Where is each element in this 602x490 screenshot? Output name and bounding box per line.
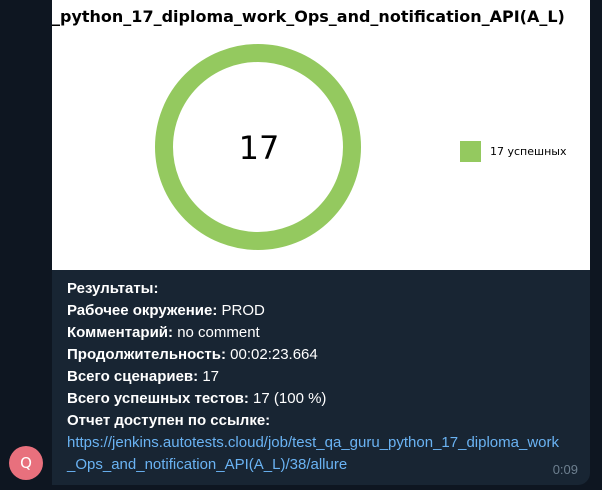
scenarios-label: Всего сценариев: [67,368,199,385]
passed-label: Всего успешных тестов: [67,390,249,407]
report-chart-image[interactable]: _python_17_diploma_work_Ops_and_notifica… [52,0,590,270]
comment-label: Комментарий: [67,324,174,341]
comment-line: Комментарий: no comment [67,322,582,344]
duration-line: Продолжительность: 00:02:23.664 [67,344,582,366]
passed-value: 17 (100 %) [253,390,327,407]
report-link[interactable]: https://jenkins.autotests.cloud/job/test… [67,432,567,476]
results-heading: Результаты: [67,280,159,297]
message-time: 0:09 [552,462,578,477]
comment-value: no comment [177,324,260,341]
scenarios-line: Всего сценариев: 17 [67,366,582,388]
legend-label: 17 успешных [490,145,567,158]
environment-line: Рабочее окружение: PROD [67,300,582,322]
scenarios-value: 17 [202,368,220,385]
environment-value: PROD [221,302,265,319]
chart-legend: 17 успешных [460,141,566,162]
report-label: Отчет доступен по ссылке: [67,412,271,429]
duration-label: Продолжительность: [67,346,226,363]
message-bubble: _python_17_diploma_work_Ops_and_notifica… [52,0,590,485]
duration-value: 00:02:23.664 [230,346,318,363]
sender-avatar[interactable]: Q [9,446,43,480]
environment-label: Рабочее окружение: [67,302,218,319]
donut-chart [155,44,361,250]
passed-line: Всего успешных тестов: 17 (100 %) [67,388,582,410]
results-text: Результаты: Рабочее окружение: PROD Комм… [67,278,582,476]
chart-center-value: 17 [238,129,280,167]
legend-swatch [460,141,481,162]
